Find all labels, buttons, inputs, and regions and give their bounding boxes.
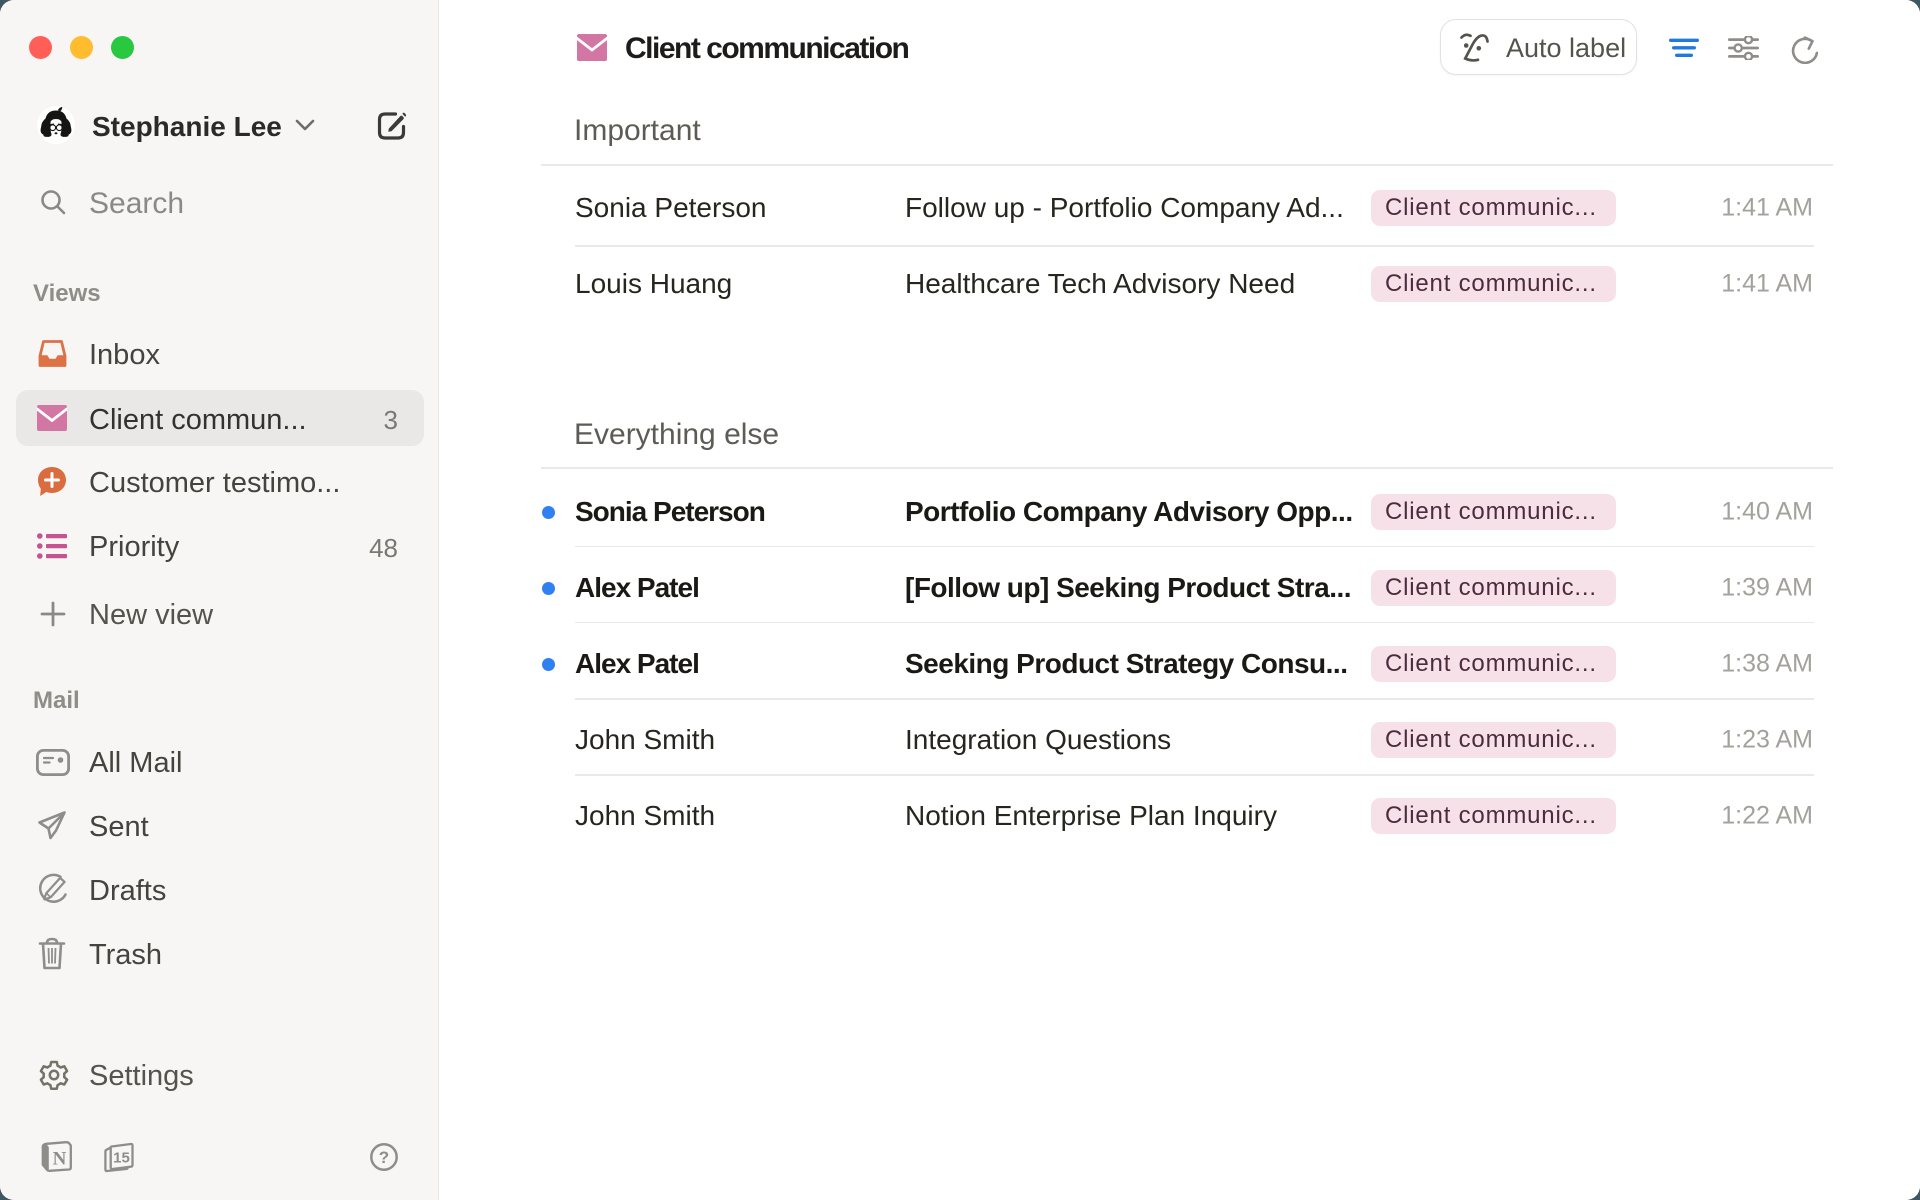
svg-text:15: 15	[113, 1150, 130, 1167]
svg-text:?: ?	[379, 1148, 389, 1167]
svg-text:N: N	[53, 1149, 67, 1170]
